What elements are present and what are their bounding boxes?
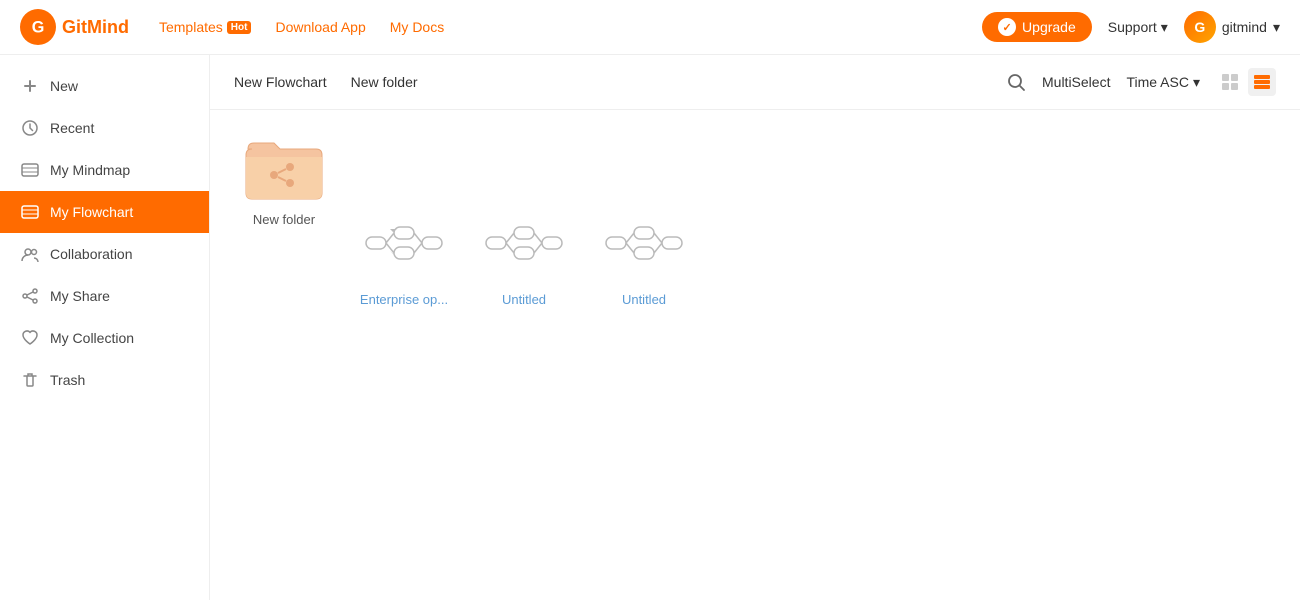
file-name: New folder: [253, 212, 315, 227]
sidebar-item-my-collection[interactable]: My Collection: [0, 317, 209, 359]
grid-view-button[interactable]: [1216, 68, 1244, 96]
folder-icon: [239, 134, 329, 204]
sidebar-item-new[interactable]: New: [0, 65, 209, 107]
file-grid: New folder: [210, 110, 1300, 331]
file-name: Enterprise op...: [360, 292, 448, 307]
nav-templates[interactable]: Templates Hot: [159, 19, 251, 35]
svg-text:G: G: [32, 18, 45, 36]
sidebar-item-label: Recent: [50, 120, 94, 136]
list-view-button[interactable]: [1248, 68, 1276, 96]
trash-icon: [20, 371, 40, 389]
nav-links: Templates Hot Download App My Docs: [159, 19, 982, 35]
file-item[interactable]: Untitled: [594, 214, 694, 307]
sidebar-item-my-share[interactable]: My Share: [0, 275, 209, 317]
avatar: G: [1184, 11, 1216, 43]
search-icon[interactable]: [1006, 72, 1026, 92]
nav-my-docs[interactable]: My Docs: [390, 19, 444, 35]
flowchart-file-icon: [359, 214, 449, 284]
new-flowchart-button[interactable]: New Flowchart: [234, 68, 327, 96]
people-icon: [20, 245, 40, 263]
chevron-down-icon: ▾: [1273, 19, 1280, 36]
nav-download-app[interactable]: Download App: [275, 19, 365, 35]
sidebar-item-collaboration[interactable]: Collaboration: [0, 233, 209, 275]
logo-icon: G: [20, 9, 56, 45]
logo-text: GitMind: [62, 17, 129, 38]
logo[interactable]: G GitMind: [20, 9, 129, 45]
multiselect-button[interactable]: MultiSelect: [1042, 74, 1110, 90]
upgrade-icon: ✓: [998, 18, 1016, 36]
toolbar-right: MultiSelect Time ASC ▾: [1006, 68, 1276, 96]
flowchart-icon: [20, 203, 40, 221]
heart-icon: [20, 329, 40, 347]
header: G GitMind Templates Hot Download App My …: [0, 0, 1300, 55]
plus-icon: [20, 77, 40, 95]
sidebar-item-my-flowchart[interactable]: My Flowchart: [0, 191, 209, 233]
sidebar-item-recent[interactable]: Recent: [0, 107, 209, 149]
file-name: Untitled: [622, 292, 666, 307]
sidebar-item-trash[interactable]: Trash: [0, 359, 209, 401]
content: New Flowchart New folder MultiSelect Tim…: [210, 55, 1300, 600]
sidebar-item-label: Collaboration: [50, 246, 133, 262]
share-icon: [20, 287, 40, 305]
new-folder-button[interactable]: New folder: [351, 68, 418, 96]
flowchart-file-icon: [479, 214, 569, 284]
file-item[interactable]: Untitled: [474, 214, 574, 307]
sidebar-item-label: My Flowchart: [50, 204, 133, 220]
sidebar-item-label: My Collection: [50, 330, 134, 346]
upgrade-button[interactable]: ✓ Upgrade: [982, 12, 1092, 42]
view-toggle: [1216, 68, 1276, 96]
support-button[interactable]: Support ▾: [1108, 19, 1168, 36]
sidebar-item-label: Trash: [50, 372, 85, 388]
sidebar-item-label: New: [50, 78, 78, 94]
sidebar-item-my-mindmap[interactable]: My Mindmap: [0, 149, 209, 191]
chevron-down-icon: ▾: [1161, 19, 1168, 36]
file-item[interactable]: Enterprise op...: [354, 214, 454, 307]
chevron-down-icon: ▾: [1193, 74, 1200, 91]
file-item[interactable]: New folder: [234, 134, 334, 307]
file-name: Untitled: [502, 292, 546, 307]
sidebar-item-label: My Share: [50, 288, 110, 304]
sidebar: New Recent My Mindmap My Flowchart Colla…: [0, 55, 210, 600]
clock-icon: [20, 119, 40, 137]
mindmap-icon: [20, 161, 40, 179]
sort-button[interactable]: Time ASC ▾: [1126, 74, 1200, 91]
main-layout: New Recent My Mindmap My Flowchart Colla…: [0, 55, 1300, 600]
user-menu[interactable]: G gitmind ▾: [1184, 11, 1280, 43]
header-right: ✓ Upgrade Support ▾ G gitmind ▾: [982, 11, 1280, 43]
sidebar-item-label: My Mindmap: [50, 162, 130, 178]
flowchart-file-icon: [599, 214, 689, 284]
toolbar: New Flowchart New folder MultiSelect Tim…: [210, 55, 1300, 110]
